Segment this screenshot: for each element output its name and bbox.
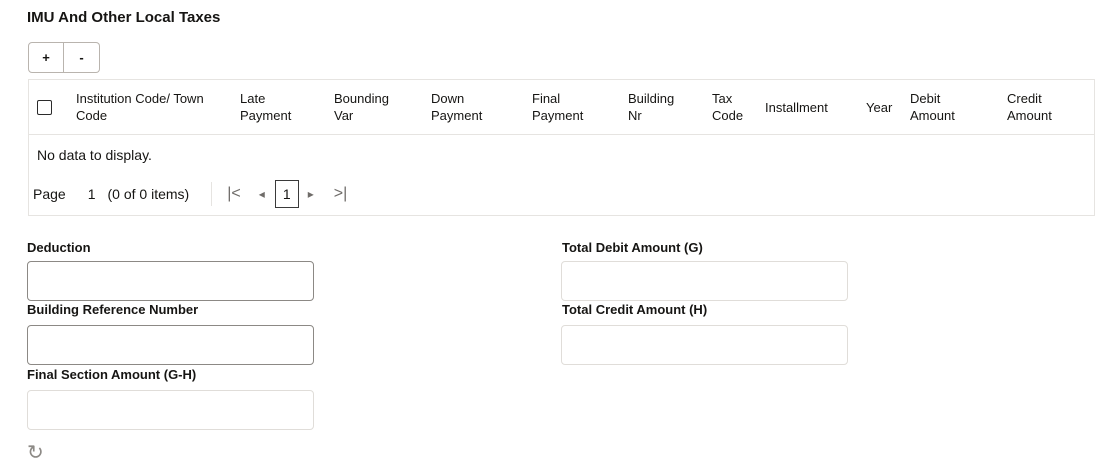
section-title: IMU And Other Local Taxes [27,9,221,26]
col-debit-amount[interactable]: Debit Amount [910,80,955,134]
total-debit-field[interactable] [561,261,848,301]
refresh-icon[interactable]: ↻ [27,440,44,465]
pagination: Page 1 (0 of 0 items) |< ◂ 1 ▸ >| [33,180,347,208]
col-installment[interactable]: Installment [765,80,828,134]
deduction-label: Deduction [27,240,91,255]
next-page-icon[interactable]: ▸ [308,187,314,201]
col-bounding-var[interactable]: Bounding Var [334,80,389,134]
taxes-table: Institution Code/ Town Code Late Payment B… [28,79,1095,216]
current-page-button[interactable]: 1 [274,180,299,208]
select-all-checkbox[interactable] [37,99,52,115]
final-section-amount-label: Final Section Amount (G-H) [27,367,197,382]
page-label: Page [33,186,66,202]
building-reference-label: Building Reference Number [27,302,199,317]
empty-table-message: No data to display. [37,147,152,163]
previous-page-icon[interactable]: ◂ [259,187,265,201]
col-late-payment[interactable]: Late Payment [240,80,291,134]
table-header: Institution Code/ Town Code Late Payment B… [29,80,1094,135]
building-reference-field[interactable] [27,325,314,365]
remove-row-button[interactable]: - [64,42,100,73]
add-row-button[interactable]: + [28,42,64,73]
col-institution-code[interactable]: Institution Code/ Town Code [76,80,204,134]
col-down-payment[interactable]: Down Payment [431,80,482,134]
final-section-amount-field[interactable] [27,390,314,430]
col-final-payment[interactable]: Final Payment [532,80,583,134]
page-number-input[interactable]: 1 [88,186,96,202]
col-tax-code[interactable]: Tax Code [712,80,743,134]
select-all-cell [37,80,52,134]
items-count: (0 of 0 items) [107,186,190,202]
first-page-icon[interactable]: |< [227,185,241,203]
total-credit-field[interactable] [561,325,848,365]
pager-divider [211,182,213,206]
total-credit-label: Total Credit Amount (H) [562,302,708,317]
col-year[interactable]: Year [866,80,892,134]
last-page-icon[interactable]: >| [334,185,348,203]
row-toolbar: + - [28,42,100,73]
col-credit-amount[interactable]: Credit Amount [1007,80,1052,134]
col-building-nr[interactable]: Building Nr [628,80,674,134]
total-debit-label: Total Debit Amount (G) [562,240,703,255]
deduction-field[interactable] [27,261,314,301]
